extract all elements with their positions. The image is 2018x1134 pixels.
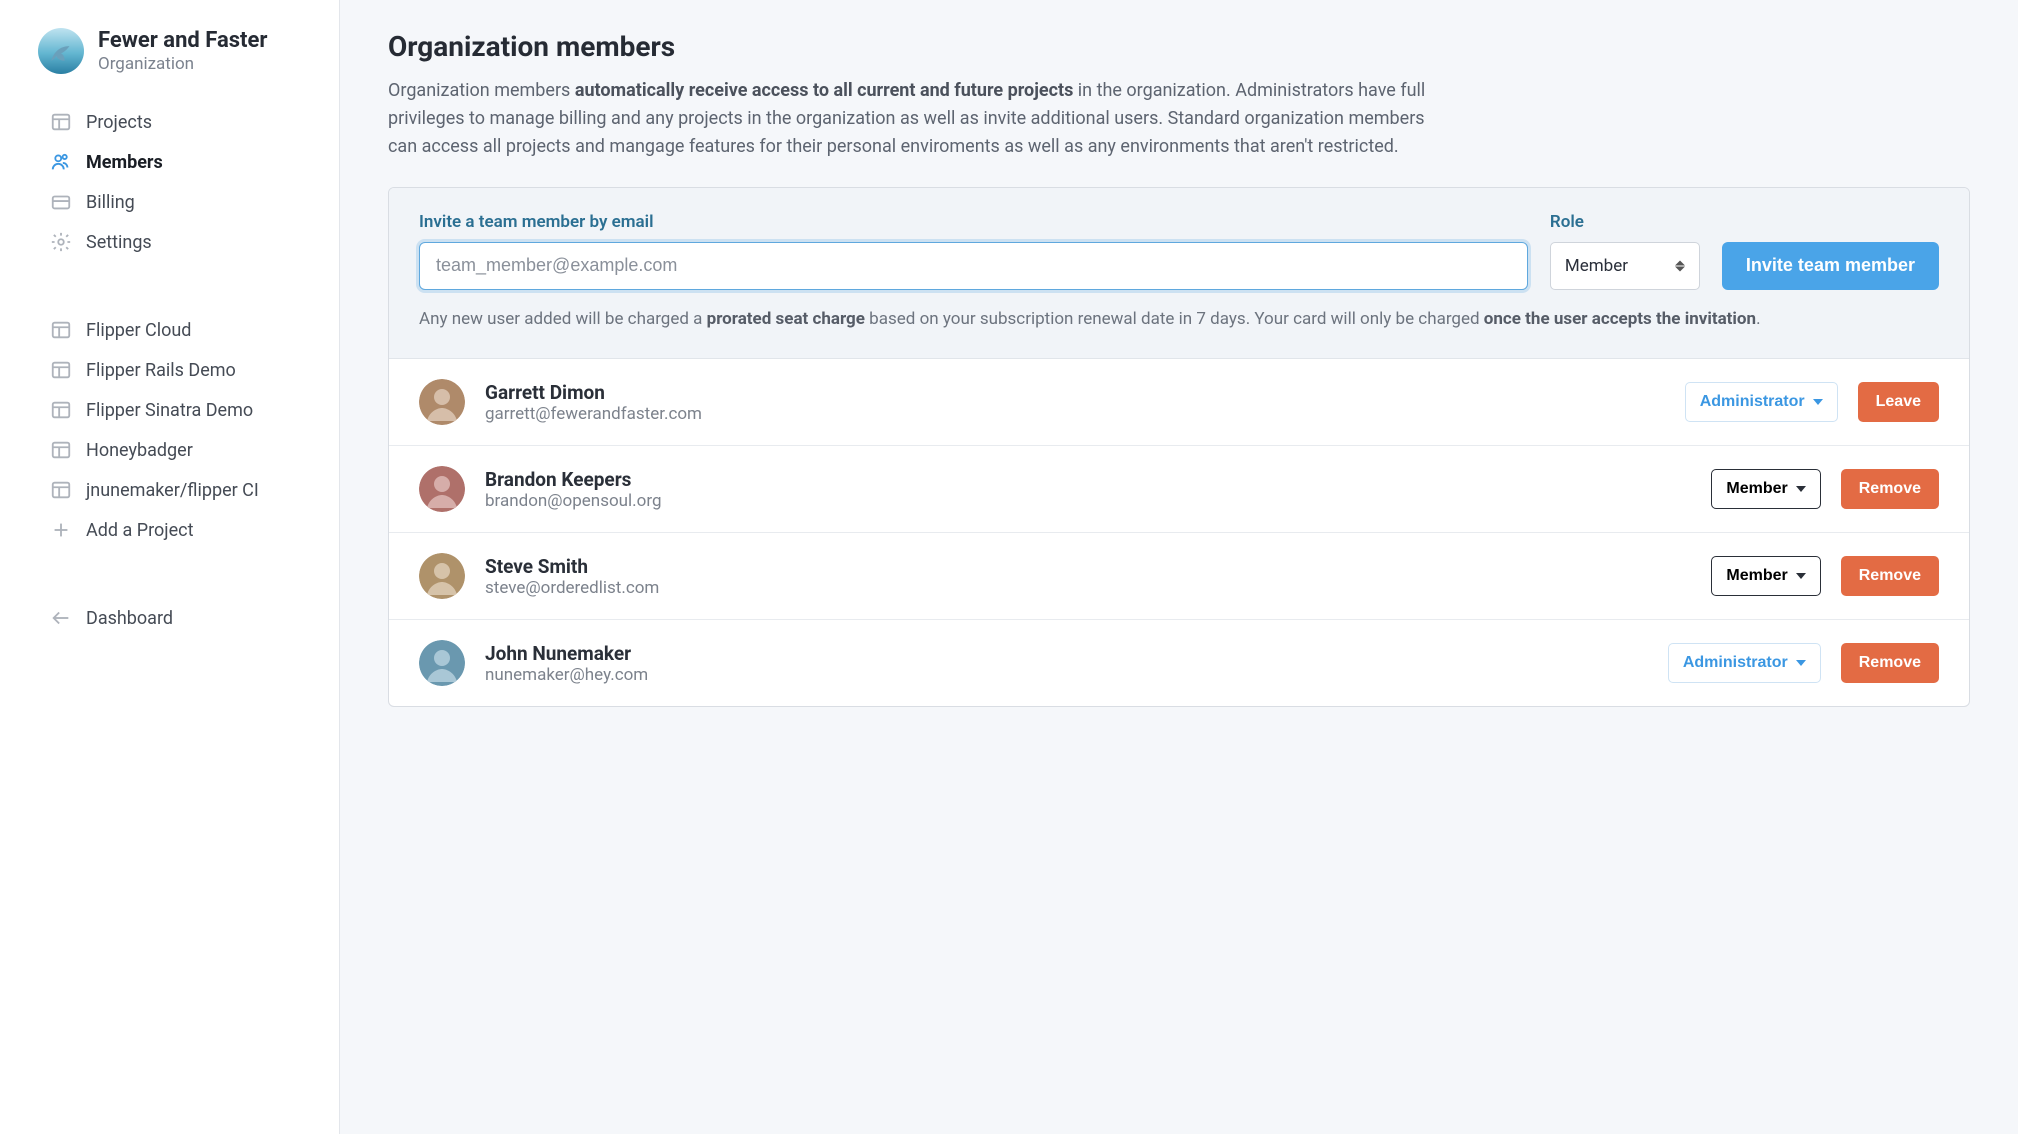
member-role-label: Administrator [1700,393,1805,411]
sidebar: Fewer and Faster Organization Projects M… [0,0,340,1134]
panel-icon [50,319,72,341]
member-row: Brandon Keepers brandon@opensoul.org Mem… [389,445,1969,532]
nav-item-label: Projects [86,112,152,133]
nav-item-label: Settings [86,232,152,253]
org-name: Fewer and Faster [98,28,267,54]
org-logo-icon [38,28,84,74]
nav-item-members[interactable]: Members [0,142,339,182]
nav-item-dashboard[interactable]: Dashboard [0,598,339,638]
nav-item-label: Flipper Rails Demo [86,360,236,381]
org-header: Fewer and Faster Organization [0,28,339,92]
nav-item-flipper-cloud[interactable]: Flipper Cloud [0,310,339,350]
member-role-label: Administrator [1683,654,1788,672]
nav-item-label: Flipper Sinatra Demo [86,400,253,421]
nav-item-label: jnunemaker/flipper CI [86,480,259,501]
member-row: Garrett Dimon garrett@fewerandfaster.com… [389,359,1969,445]
member-role-select[interactable]: Member [1711,556,1820,596]
member-name: Garrett Dimon [485,381,1665,404]
nav-item-jnunemaker-flipper-ci[interactable]: jnunemaker/flipper CI [0,470,339,510]
member-remove-button[interactable]: Remove [1841,469,1939,509]
page-title: Organization members [388,30,1970,63]
invite-role-label: Role [1550,212,1700,232]
member-role-select[interactable]: Administrator [1685,382,1838,422]
panel-icon [50,439,72,461]
member-role-select[interactable]: Administrator [1668,643,1821,683]
member-email: garrett@fewerandfaster.com [485,404,1665,424]
caret-down-icon [1796,573,1806,579]
member-name: Brandon Keepers [485,468,1691,491]
members-list: Garrett Dimon garrett@fewerandfaster.com… [389,359,1969,706]
nav-item-flipper-sinatra-demo[interactable]: Flipper Sinatra Demo [0,390,339,430]
invite-button[interactable]: Invite team member [1722,242,1939,290]
caret-down-icon [1796,660,1806,666]
invite-email-input[interactable] [419,242,1528,290]
nav-item-label: Billing [86,192,135,213]
members-card: Invite a team member by email Role Membe… [388,187,1970,707]
nav-item-honeybadger[interactable]: Honeybadger [0,430,339,470]
panel-icon [50,399,72,421]
nav-item-settings[interactable]: Settings [0,222,339,262]
member-row: John Nunemaker nunemaker@hey.com Adminis… [389,619,1969,706]
caret-down-icon [1813,399,1823,405]
nav-item-projects[interactable]: Projects [0,102,339,142]
member-remove-button[interactable]: Remove [1841,556,1939,596]
member-name: John Nunemaker [485,642,1648,665]
caret-down-icon [1796,486,1806,492]
nav-footer: Dashboard [0,588,339,648]
nav-item-billing[interactable]: Billing [0,182,339,222]
panel-icon [50,479,72,501]
nav-item-label: Add a Project [86,520,193,541]
nav-item-flipper-rails-demo[interactable]: Flipper Rails Demo [0,350,339,390]
gear-icon [50,231,72,253]
arrow-left-icon [50,607,72,629]
member-leave-button[interactable]: Leave [1858,382,1939,422]
member-email: brandon@opensoul.org [485,491,1691,511]
avatar [419,379,465,425]
nav-primary: Projects Members Billing Settings [0,92,339,272]
member-role-select[interactable]: Member [1711,469,1820,509]
nav-item-label: Dashboard [86,608,173,629]
avatar [419,640,465,686]
plus-icon [50,519,72,541]
invite-panel: Invite a team member by email Role Membe… [389,188,1969,359]
card-icon [50,191,72,213]
invite-email-label: Invite a team member by email [419,212,1528,232]
nav-item-label: Flipper Cloud [86,320,191,341]
main-content: Organization members Organization member… [340,0,2018,1134]
member-role-label: Member [1726,567,1787,585]
nav-item-label: Honeybadger [86,440,193,461]
panel-icon [50,111,72,133]
org-subtitle: Organization [98,54,267,74]
member-remove-button[interactable]: Remove [1841,643,1939,683]
nav-projects: Flipper Cloud Flipper Rails Demo Flipper… [0,300,339,560]
avatar [419,466,465,512]
invite-note: Any new user added will be charged a pro… [419,306,1939,332]
select-caret-icon [1675,260,1687,271]
member-email: steve@orderedlist.com [485,578,1691,598]
users-icon [50,151,72,173]
nav-item-label: Members [86,152,163,173]
avatar [419,553,465,599]
page-description: Organization members automatically recei… [388,77,1428,161]
member-row: Steve Smith steve@orderedlist.com Member… [389,532,1969,619]
member-name: Steve Smith [485,555,1691,578]
member-role-label: Member [1726,480,1787,498]
member-email: nunemaker@hey.com [485,665,1648,685]
panel-icon [50,359,72,381]
invite-role-value: Member [1565,256,1628,276]
invite-role-select[interactable]: Member [1550,242,1700,290]
nav-item-add-a-project[interactable]: Add a Project [0,510,339,550]
